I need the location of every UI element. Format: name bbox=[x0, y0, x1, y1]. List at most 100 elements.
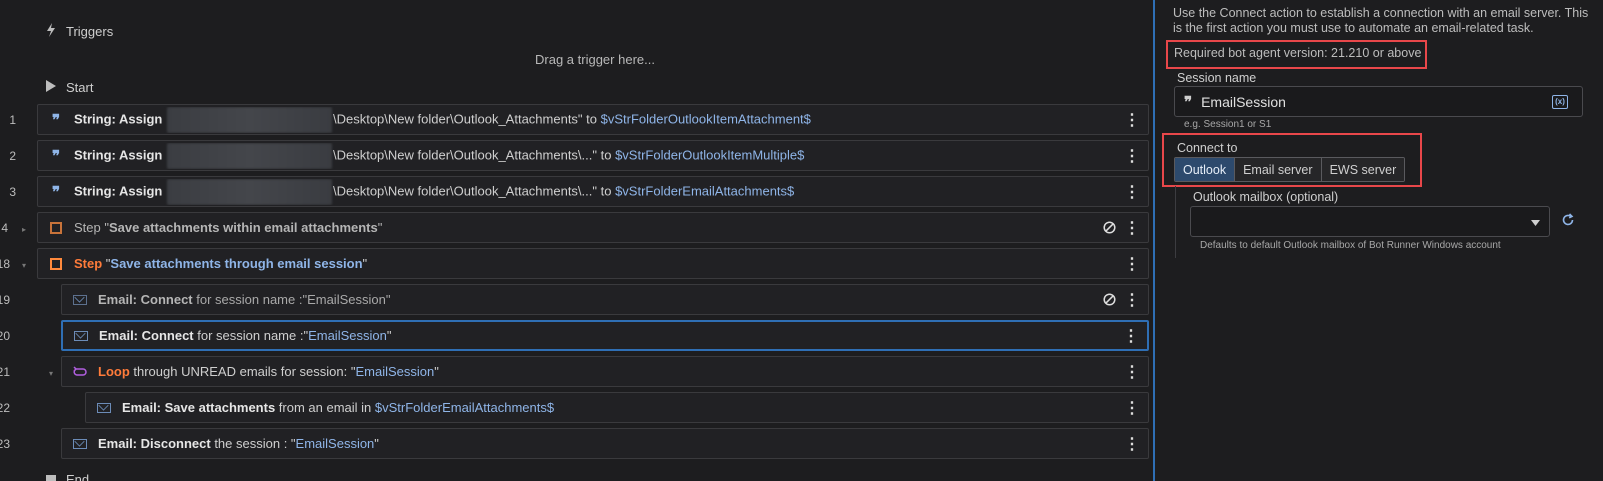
action-name: String: Assign bbox=[74, 182, 163, 198]
loop-icon bbox=[72, 364, 88, 380]
string-quote-icon: ❞ bbox=[1184, 92, 1193, 111]
expand-caret-icon[interactable]: ▸ bbox=[22, 225, 26, 234]
step-keyword: Step bbox=[74, 220, 101, 235]
indent-guide bbox=[1175, 186, 1176, 258]
end-node: End bbox=[46, 472, 89, 481]
action-row[interactable]: Email: Save attachments from an email in… bbox=[85, 392, 1149, 423]
session-name-label: Session name bbox=[1177, 71, 1257, 85]
stop-icon bbox=[46, 474, 56, 481]
more-options-icon[interactable]: ⋮ bbox=[1122, 146, 1142, 166]
string-quote-icon: ❞ bbox=[51, 182, 61, 201]
more-options-icon[interactable]: ⋮ bbox=[1122, 362, 1142, 382]
step-name: Save attachments through email session bbox=[110, 256, 363, 271]
connect-to-label: Connect to bbox=[1177, 141, 1238, 155]
step-box-icon bbox=[48, 220, 64, 236]
line-number: 20 bbox=[0, 329, 10, 343]
start-label: Start bbox=[66, 80, 94, 95]
connect-to-segmented-control: Outlook Email server EWS server bbox=[1174, 157, 1406, 182]
chevron-down-icon bbox=[1531, 214, 1540, 229]
redacted-path bbox=[166, 106, 332, 133]
session-name-value: EmailSession bbox=[1201, 93, 1286, 110]
more-options-icon[interactable]: ⋮ bbox=[1122, 290, 1142, 310]
action-name: Email: Disconnect bbox=[98, 436, 211, 451]
action-row[interactable]: Email: Connect for session name :"EmailS… bbox=[61, 284, 1149, 315]
insert-variable-icon[interactable]: (x) bbox=[1552, 94, 1568, 109]
action-conj: to bbox=[582, 110, 601, 126]
variable-name: $vStrFolderEmailAttachments$ bbox=[374, 400, 555, 415]
action-conj: to bbox=[597, 182, 616, 198]
line-number: 3 bbox=[9, 185, 16, 199]
step-row[interactable]: Step "Save attachments through email ses… bbox=[37, 248, 1149, 279]
step-keyword: Step bbox=[74, 256, 103, 271]
line-number: 21 bbox=[0, 365, 10, 379]
action-value: \Desktop\New folder\Outlook_Attachments\… bbox=[332, 146, 597, 162]
line-number: 4 bbox=[1, 221, 8, 235]
required-version: Required bot agent version: 21.210 or ab… bbox=[1174, 46, 1422, 60]
action-row[interactable]: ❞ String: Assign \Desktop\New folder\Out… bbox=[37, 140, 1149, 171]
more-options-icon[interactable]: ⋮ bbox=[1122, 398, 1142, 418]
connect-option-email-server[interactable]: Email server bbox=[1235, 158, 1322, 181]
session-name-input[interactable]: ❞ EmailSession (x) bbox=[1174, 86, 1583, 117]
more-options-icon[interactable]: ⋮ bbox=[1122, 434, 1142, 454]
more-options-icon[interactable]: ⋮ bbox=[1122, 254, 1142, 274]
end-label: End bbox=[66, 472, 90, 481]
action-description: Use the Connect action to establish a co… bbox=[1173, 6, 1589, 35]
action-row[interactable]: ❞ String: Assign \Desktop\New folder\Out… bbox=[37, 176, 1149, 207]
collapse-caret-icon[interactable]: ▾ bbox=[22, 261, 26, 270]
line-number: 18 bbox=[0, 257, 10, 271]
line-number: 2 bbox=[9, 149, 16, 163]
outlook-mailbox-label: Outlook mailbox (optional) bbox=[1193, 190, 1339, 204]
line-number: 19 bbox=[0, 293, 10, 307]
action-name: Email: Connect bbox=[98, 292, 193, 307]
outlook-mailbox-hint: Defaults to default Outlook mailbox of B… bbox=[1200, 240, 1501, 251]
string-quote-icon: ❞ bbox=[51, 146, 61, 165]
step-name: Save attachments within email attachment… bbox=[108, 220, 378, 235]
disabled-icon[interactable] bbox=[1100, 293, 1118, 306]
line-number: 23 bbox=[0, 437, 10, 451]
session-name-hint: e.g. Session1 or S1 bbox=[1184, 119, 1272, 130]
connect-option-ews-server[interactable]: EWS server bbox=[1321, 158, 1405, 181]
flow-canvas: Triggers Drag a trigger here... Start 1 … bbox=[0, 0, 1153, 481]
action-row[interactable]: Email: Disconnect the session : "EmailSe… bbox=[61, 428, 1149, 459]
action-value: \Desktop\New folder\Outlook_Attachments" bbox=[332, 110, 583, 126]
session-value: EmailSession bbox=[355, 364, 435, 379]
triggers-header[interactable]: Triggers bbox=[46, 23, 113, 40]
connect-option-outlook[interactable]: Outlook bbox=[1175, 158, 1236, 181]
variable-name: $vStrFolderOutlookItemAttachment$ bbox=[600, 110, 811, 126]
session-value: EmailSession bbox=[308, 328, 387, 343]
redacted-path bbox=[166, 178, 332, 205]
more-options-icon[interactable]: ⋮ bbox=[1122, 182, 1142, 202]
email-icon bbox=[72, 292, 88, 308]
action-row-selected[interactable]: Email: Connect for session name :"EmailS… bbox=[61, 320, 1149, 351]
email-icon bbox=[73, 328, 89, 344]
loop-row[interactable]: Loop through UNREAD emails for session: … bbox=[61, 356, 1149, 387]
collapse-caret-icon[interactable]: ▾ bbox=[49, 369, 53, 378]
line-number: 1 bbox=[9, 113, 16, 127]
refresh-icon[interactable] bbox=[1561, 213, 1575, 230]
step-box-icon bbox=[48, 256, 64, 272]
trigger-drop-zone[interactable]: Drag a trigger here... bbox=[0, 52, 1190, 67]
disabled-icon[interactable] bbox=[1100, 221, 1118, 234]
email-icon bbox=[96, 400, 112, 416]
more-options-icon[interactable]: ⋮ bbox=[1121, 326, 1141, 346]
variable-name: $vStrFolderEmailAttachments$ bbox=[615, 182, 795, 198]
action-name: String: Assign bbox=[74, 146, 163, 162]
triggers-label: Triggers bbox=[66, 24, 114, 39]
step-row[interactable]: Step "Save attachments within email atta… bbox=[37, 212, 1149, 243]
email-icon bbox=[72, 436, 88, 452]
outlook-mailbox-dropdown[interactable] bbox=[1190, 206, 1550, 237]
action-row[interactable]: ❞ String: Assign \Desktop\New folder\Out… bbox=[37, 104, 1149, 135]
session-value: EmailSession bbox=[307, 292, 386, 307]
more-options-icon[interactable]: ⋮ bbox=[1122, 110, 1142, 130]
string-quote-icon: ❞ bbox=[51, 110, 61, 129]
play-icon bbox=[46, 80, 56, 95]
more-options-icon[interactable]: ⋮ bbox=[1122, 218, 1142, 238]
automation-editor: Triggers Drag a trigger here... Start 1 … bbox=[0, 0, 1603, 481]
start-node: Start bbox=[46, 80, 93, 95]
properties-panel: Use the Connect action to establish a co… bbox=[1153, 0, 1603, 481]
variable-name: $vStrFolderOutlookItemMultiple$ bbox=[615, 146, 805, 162]
action-conj: to bbox=[597, 146, 616, 162]
loop-keyword: Loop bbox=[98, 364, 130, 379]
action-value: \Desktop\New folder\Outlook_Attachments\… bbox=[332, 182, 597, 198]
action-name: String: Assign bbox=[74, 110, 163, 126]
